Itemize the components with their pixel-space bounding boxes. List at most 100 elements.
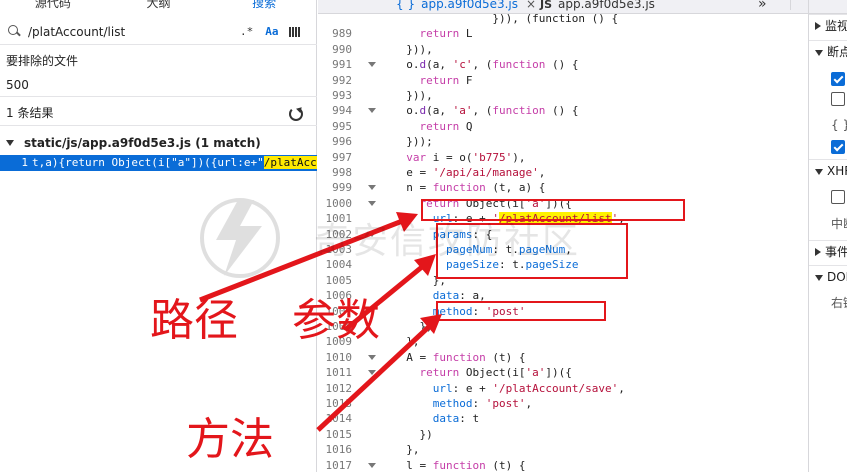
code-line[interactable]: 1014 data: t — [318, 411, 808, 426]
code-line[interactable]: 1008 }) — [318, 319, 808, 334]
fold-arrow-icon[interactable] — [368, 354, 376, 360]
line-number[interactable]: 998 — [318, 165, 352, 180]
line-number[interactable]: 992 — [318, 73, 352, 88]
code-line[interactable]: 994 o.d(a, 'a', (function () { — [318, 103, 808, 118]
line-number[interactable]: 1016 — [318, 442, 353, 457]
expand-triangle-icon[interactable] — [6, 140, 14, 146]
code-line[interactable]: 990 })), — [318, 42, 808, 57]
tab-sources[interactable]: 源代码 — [0, 0, 106, 9]
code-line[interactable]: 1012 url: e + '/platAccount/save', — [318, 381, 808, 396]
code-token: function — [432, 350, 486, 364]
code-line[interactable]: 1000 return Object(i['a'])({ — [318, 196, 808, 211]
code-line[interactable]: 1010 A = function (t) { — [318, 350, 808, 365]
code-token: method — [432, 304, 473, 318]
code-line[interactable]: 1006 data: a, — [318, 288, 808, 303]
sidebar-toggle[interactable] — [790, 0, 806, 10]
exclude-files-input[interactable]: 500 — [6, 78, 29, 92]
regex-toggle[interactable]: .* — [240, 25, 253, 38]
line-number[interactable]: 1017 — [318, 458, 353, 472]
code-text: return Object(i['a'])({ — [393, 365, 572, 380]
whole-word-icon[interactable] — [288, 26, 300, 37]
code-token: })), — [393, 42, 433, 56]
expand-triangle-icon[interactable] — [815, 50, 823, 56]
editor-tab-label: app.a9f0d5e3.js — [421, 0, 519, 11]
checkbox[interactable] — [831, 140, 845, 154]
code-line[interactable]: 1015 }) — [318, 427, 808, 442]
checkbox[interactable] — [831, 72, 845, 86]
code-line[interactable]: 1007 method: 'post' — [318, 304, 808, 319]
search-input[interactable] — [28, 24, 228, 39]
tab-search[interactable]: 搜索 — [211, 0, 317, 9]
line-number[interactable]: 1009 — [318, 334, 353, 349]
sidebar-section-header[interactable]: XHR — [809, 160, 847, 182]
code-token: }, — [393, 335, 420, 349]
code-line[interactable]: 993 })), — [318, 88, 808, 103]
code-line[interactable]: })), (function () { — [318, 11, 808, 26]
line-number[interactable]: 1008 — [318, 319, 353, 334]
result-match-row[interactable]: 1 t,a){return Object(i["a"])({url:e+"/pla… — [0, 155, 317, 171]
sidebar-section-header[interactable]: DOM — [809, 266, 847, 288]
line-number[interactable]: 1005 — [318, 273, 353, 288]
line-number[interactable]: 994 — [318, 103, 352, 118]
code-line[interactable]: 1016 }, — [318, 442, 808, 457]
editor-tab-js[interactable]: JS app.a9f0d5e3.js — [540, 0, 655, 11]
code-token: , — [525, 397, 533, 410]
line-number[interactable]: 1011 — [318, 365, 353, 380]
code-line[interactable]: 997 var i = o('b775'), — [318, 150, 808, 165]
checkbox[interactable] — [831, 92, 845, 106]
sidebar-text: 右键 — [831, 296, 847, 310]
code-line[interactable]: 992 return F — [318, 73, 808, 88]
line-number[interactable]: 1007 — [318, 304, 353, 319]
line-number[interactable]: 999 — [318, 180, 352, 195]
fold-arrow-icon[interactable] — [368, 185, 376, 191]
collapsed-triangle-icon[interactable] — [815, 248, 821, 256]
line-number[interactable]: 1015 — [318, 427, 353, 442]
line-number[interactable]: 990 — [318, 42, 352, 57]
code-line[interactable]: 996 })); — [318, 134, 808, 149]
code-token: i = o( — [426, 150, 473, 164]
match-case-toggle[interactable]: Aa — [265, 25, 278, 38]
code-line[interactable]: 999 n = function (t, a) { — [318, 180, 808, 195]
fold-arrow-icon[interactable] — [368, 200, 376, 206]
code-token: function — [432, 181, 486, 195]
line-number[interactable]: 996 — [318, 134, 352, 149]
editor-tab-pretty[interactable]: { } app.a9f0d5e3.js × — [396, 0, 536, 11]
expand-triangle-icon[interactable] — [815, 169, 823, 175]
line-number[interactable]: 993 — [318, 88, 352, 103]
code-line[interactable]: 989 return L — [318, 26, 808, 41]
collapsed-triangle-icon[interactable] — [815, 22, 821, 30]
sidebar-section-header[interactable]: 监视 — [809, 15, 847, 37]
code-line[interactable]: 995 return Q — [318, 119, 808, 134]
line-number[interactable]: 1010 — [318, 350, 353, 365]
expand-triangle-icon[interactable] — [815, 275, 823, 281]
fold-arrow-icon[interactable] — [368, 462, 376, 468]
result-file-row[interactable]: static/js/app.a9f0d5e3.js (1 match) — [0, 133, 317, 153]
fold-arrow-icon[interactable] — [368, 62, 376, 68]
line-number[interactable]: 1012 — [318, 381, 353, 396]
sidebar-section-header[interactable]: 事件 — [809, 241, 847, 263]
close-icon[interactable]: × — [526, 0, 536, 11]
code-line[interactable]: 1017 l = function (t) { — [318, 458, 808, 472]
code-line[interactable]: 1011 return Object(i['a'])({ — [318, 365, 808, 380]
line-number[interactable]: 991 — [318, 57, 352, 72]
checkbox[interactable] — [831, 190, 845, 204]
code-line[interactable]: 1005 }, — [318, 273, 808, 288]
line-number[interactable]: 1000 — [318, 196, 353, 211]
code-line[interactable]: 998 e = '/api/ai/manage', — [318, 165, 808, 180]
fold-arrow-icon[interactable] — [368, 108, 376, 114]
sidebar-section-header[interactable]: 断点 — [809, 41, 847, 63]
refresh-icon[interactable] — [287, 105, 303, 121]
code-token: 'a' — [525, 366, 546, 380]
line-number[interactable]: 1014 — [318, 411, 353, 426]
line-number[interactable]: 1013 — [318, 396, 353, 411]
line-number[interactable]: 997 — [318, 150, 352, 165]
code-line[interactable]: 1009 }, — [318, 334, 808, 349]
line-number[interactable]: 1006 — [318, 288, 353, 303]
tab-outline[interactable]: 大纲 — [106, 0, 212, 9]
code-line[interactable]: 991 o.d(a, 'c', (function () { — [318, 57, 808, 72]
line-number[interactable]: 989 — [318, 26, 352, 41]
code-line[interactable]: 1013 method: 'post', — [318, 396, 808, 411]
fold-arrow-icon[interactable] — [368, 370, 376, 376]
line-number[interactable]: 995 — [318, 119, 352, 134]
